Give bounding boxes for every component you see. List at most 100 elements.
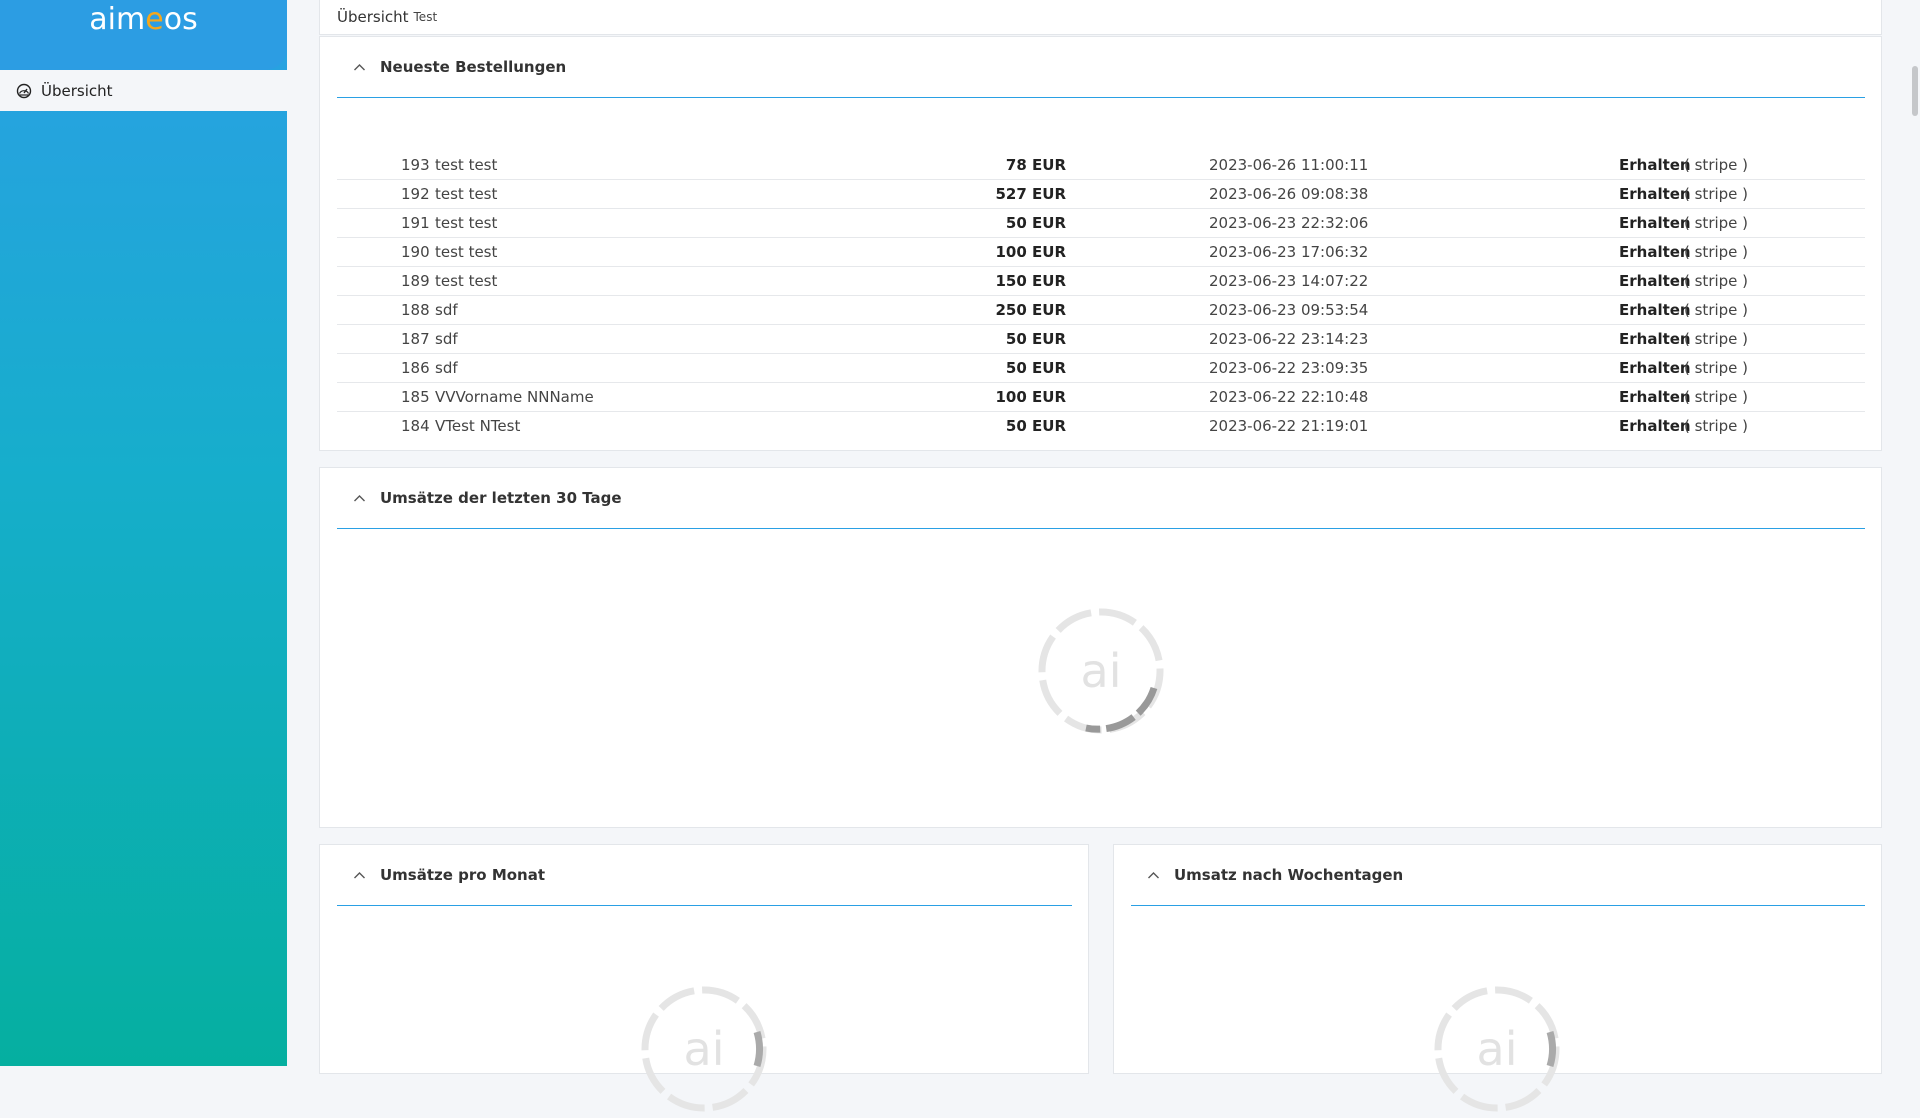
page-title: Übersicht xyxy=(337,8,409,26)
payment-method: ( stripe ) xyxy=(1684,359,1749,377)
sales-per-month-panel: Umsätze pro Monat ai xyxy=(319,844,1089,1112)
order-id: 184 xyxy=(401,417,430,435)
order-total: 100 EUR xyxy=(995,243,1066,261)
order-date: 2023-06-23 14:07:22 xyxy=(1209,272,1369,290)
order-row[interactable]: 193 test test 78 EUR 2023-06-26 11:00:11 Erh… xyxy=(337,151,1865,180)
sales-by-weekday-header[interactable]: Umsatz nach Wochentagen xyxy=(1131,845,1865,906)
payment-method: ( stripe ) xyxy=(1684,330,1749,348)
chevron-up-icon[interactable] xyxy=(353,869,366,882)
order-total: 50 EUR xyxy=(1005,214,1066,232)
order-id: 191 xyxy=(401,214,430,232)
dashboard-gauge-icon xyxy=(16,83,32,99)
sales-per-month-title: Umsätze pro Monat xyxy=(380,866,546,884)
loading-spinner: ai xyxy=(1036,606,1166,736)
order-id: 185 xyxy=(401,388,430,406)
order-total: 50 EUR xyxy=(1005,417,1066,435)
payment-method: ( stripe ) xyxy=(1684,214,1749,232)
order-id: 188 xyxy=(401,301,430,319)
sales-by-weekday-panel: Umsatz nach Wochentagen ai xyxy=(1113,844,1882,1112)
order-total: 50 EUR xyxy=(1005,330,1066,348)
order-status: Erhalten xyxy=(1619,330,1691,348)
order-date: 2023-06-26 09:08:38 xyxy=(1209,185,1369,203)
customer-name: sdf xyxy=(435,301,458,319)
order-total: 150 EUR xyxy=(995,272,1066,290)
loading-spinner: ai xyxy=(1432,984,1562,1114)
order-date: 2023-06-23 09:53:54 xyxy=(1209,301,1369,319)
customer-name: test test xyxy=(435,214,498,232)
order-status: Erhalten xyxy=(1619,301,1691,319)
order-status: Erhalten xyxy=(1619,272,1691,290)
order-status: Erhalten xyxy=(1619,243,1691,261)
loader-label: ai xyxy=(683,1022,725,1076)
latest-orders-title: Neueste Bestellungen xyxy=(380,58,567,76)
aimeos-logo: aimeos xyxy=(89,2,198,37)
order-row[interactable]: 184 VTest NTest 50 EUR 2023-06-22 21:19:01 E… xyxy=(337,412,1865,440)
payment-method: ( stripe ) xyxy=(1684,156,1749,174)
page-scrollbar[interactable] xyxy=(1912,66,1918,116)
chevron-up-icon[interactable] xyxy=(353,61,366,74)
order-row[interactable]: 190 test test 100 EUR 2023-06-23 17:06:32 Er… xyxy=(337,238,1865,267)
order-date: 2023-06-23 22:32:06 xyxy=(1209,214,1369,232)
order-row[interactable]: 186 sdf 50 EUR 2023-06-22 23:09:35 Erhalten(… xyxy=(337,354,1865,383)
customer-name: test test xyxy=(435,272,498,290)
order-row[interactable]: 187 sdf 50 EUR 2023-06-22 23:14:23 Erhalten(… xyxy=(337,325,1865,354)
order-status: Erhalten xyxy=(1619,214,1691,232)
order-date: 2023-06-22 21:19:01 xyxy=(1209,417,1369,435)
order-date: 2023-06-22 23:14:23 xyxy=(1209,330,1369,348)
order-total: 527 EUR xyxy=(995,185,1066,203)
customer-name: test test xyxy=(435,185,498,203)
customer-name: VVVorname NNName xyxy=(435,388,594,406)
payment-method: ( stripe ) xyxy=(1684,243,1749,261)
payment-method: ( stripe ) xyxy=(1684,185,1749,203)
customer-name: test test xyxy=(435,243,498,261)
chevron-up-icon[interactable] xyxy=(1147,869,1160,882)
order-id: 192 xyxy=(401,185,430,203)
order-status: Erhalten xyxy=(1619,388,1691,406)
order-status: Erhalten xyxy=(1619,359,1691,377)
order-date: 2023-06-23 17:06:32 xyxy=(1209,243,1369,261)
order-date: 2023-06-22 23:09:35 xyxy=(1209,359,1369,377)
chevron-up-icon[interactable] xyxy=(353,492,366,505)
payment-method: ( stripe ) xyxy=(1684,417,1749,435)
order-date: 2023-06-26 11:00:11 xyxy=(1209,156,1369,174)
logo-area[interactable]: aimeos xyxy=(0,0,287,70)
order-id: 186 xyxy=(401,359,430,377)
sales-30-days-title: Umsätze der letzten 30 Tage xyxy=(380,489,622,507)
customer-name: sdf xyxy=(435,359,458,377)
latest-orders-header[interactable]: Neueste Bestellungen xyxy=(337,37,1865,98)
sales-30-days-header[interactable]: Umsätze der letzten 30 Tage xyxy=(337,468,1865,529)
order-id: 190 xyxy=(401,243,430,261)
sidebar-item-overview[interactable]: Übersicht xyxy=(0,70,287,111)
loading-spinner: ai xyxy=(639,984,769,1114)
latest-orders-panel: Neueste Bestellungen 193 test test 78 EUR 2… xyxy=(319,36,1882,451)
sidebar-item-label: Übersicht xyxy=(41,81,113,100)
order-date: 2023-06-22 22:10:48 xyxy=(1209,388,1369,406)
customer-name: VTest NTest xyxy=(435,417,521,435)
sales-by-weekday-title: Umsatz nach Wochentagen xyxy=(1174,866,1404,884)
order-total: 50 EUR xyxy=(1005,359,1066,377)
payment-method: ( stripe ) xyxy=(1684,272,1749,290)
customer-name: sdf xyxy=(435,330,458,348)
orders-table: 193 test test 78 EUR 2023-06-26 11:00:11 Erh… xyxy=(337,151,1865,440)
order-status: Erhalten xyxy=(1619,185,1691,203)
order-status: Erhalten xyxy=(1619,156,1691,174)
order-row[interactable]: 189 test test 150 EUR 2023-06-23 14:07:22 Er… xyxy=(337,267,1865,296)
payment-method: ( stripe ) xyxy=(1684,301,1749,319)
loader-label: ai xyxy=(1476,1022,1518,1076)
order-row[interactable]: 191 test test 50 EUR 2023-06-23 22:32:06 Erh… xyxy=(337,209,1865,238)
order-id: 193 xyxy=(401,156,430,174)
payment-method: ( stripe ) xyxy=(1684,388,1749,406)
order-row[interactable]: 188 sdf 250 EUR 2023-06-23 09:53:54 Erhalten… xyxy=(337,296,1865,325)
order-id: 187 xyxy=(401,330,430,348)
loader-label: ai xyxy=(1080,644,1122,698)
order-total: 100 EUR xyxy=(995,388,1066,406)
order-total: 78 EUR xyxy=(1005,156,1066,174)
sidebar: aimeos Übersicht xyxy=(0,0,287,1066)
sales-per-month-header[interactable]: Umsätze pro Monat xyxy=(337,845,1072,906)
order-total: 250 EUR xyxy=(995,301,1066,319)
order-row[interactable]: 192 test test 527 EUR 2023-06-26 09:08:38 Er… xyxy=(337,180,1865,209)
order-row[interactable]: 185 VVVorname NNName 100 EUR 2023-06-22 22:… xyxy=(337,383,1865,412)
customer-name: test test xyxy=(435,156,498,174)
order-id: 189 xyxy=(401,272,430,290)
sales-30-days-panel: Umsätze der letzten 30 Tage ai xyxy=(319,467,1882,828)
